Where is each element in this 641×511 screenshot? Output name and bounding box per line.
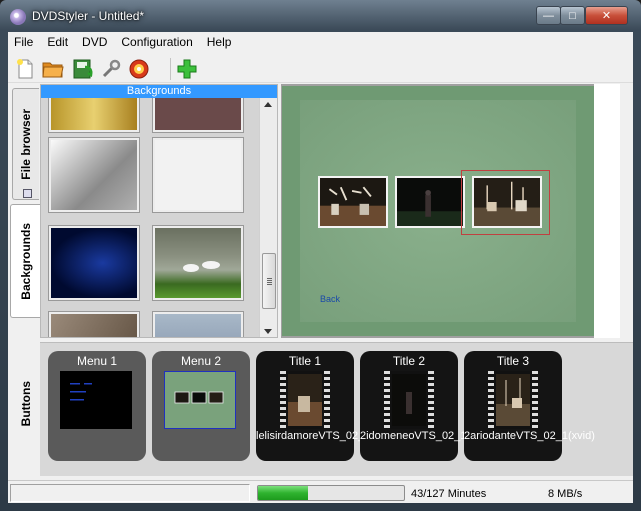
editor-side-gap (620, 84, 633, 338)
backgrounds-header: Backgrounds (41, 85, 277, 98)
title-1-thumb-picture (288, 396, 322, 426)
background-thumb-sky[interactable] (153, 312, 243, 337)
scrollbar-thumb[interactable] (262, 253, 276, 309)
tab-buttons[interactable]: Buttons (12, 339, 39, 469)
background-thumb-swans[interactable] (153, 226, 243, 300)
menu-bar: File Edit DVD Configuration Help (8, 32, 633, 52)
client-area: File Edit DVD Configuration Help File br… (8, 32, 633, 503)
scroll-down-icon[interactable] (264, 329, 272, 334)
title-3-thumb-picture (496, 378, 530, 426)
tab-file-browser-label: File browser (19, 108, 33, 180)
filmstrip-icon (280, 371, 330, 429)
backgrounds-scrollbar[interactable] (259, 98, 277, 337)
background-thumb-blue-swirl[interactable] (49, 226, 139, 300)
menu-1-preview (70, 383, 92, 401)
titleset-title-1[interactable]: Title 1 lelisirdamoreVTS_02_1(xvid) (256, 351, 398, 461)
titleset-item-label: Title 1 (288, 354, 322, 368)
toolbar-separator (170, 58, 171, 80)
title-bar[interactable]: DVDStyler - Untitled* — □ ✕ (0, 0, 641, 32)
tab-backgrounds-label: Backgrounds (18, 222, 33, 300)
titleset-item-label: Menu 2 (180, 354, 222, 368)
tab-file-browser[interactable]: File browser (12, 88, 39, 200)
background-thumb-gold[interactable] (49, 98, 139, 132)
save-button[interactable] (70, 56, 96, 82)
settings-wrench-icon (102, 59, 121, 78)
titleset-menu-1[interactable]: Menu 1 (48, 351, 146, 461)
side-tabs: File browser Backgrounds Buttons (8, 84, 40, 476)
menu-2-thumbnail (164, 371, 236, 429)
maximize-button[interactable]: □ (560, 6, 585, 25)
open-folder-icon (42, 62, 64, 78)
back-button[interactable]: Back (320, 294, 340, 304)
disc-minutes-label: 43/127 Minutes (411, 488, 487, 500)
title-3-frame (496, 374, 530, 426)
menu-configuration[interactable]: Configuration (114, 32, 199, 52)
title-3-filename: 2ariodanteVTS_02_1(xvid) (464, 430, 595, 442)
menu-canvas[interactable]: Back (282, 86, 594, 336)
title-1-preview (320, 178, 386, 226)
backgrounds-panel: Backgrounds (40, 84, 278, 338)
app-window: DVDStyler - Untitled* — □ ✕ File Edit DV… (0, 0, 641, 511)
grip-icon (267, 278, 272, 285)
disc-usage-progress (257, 485, 405, 501)
background-thumb-white[interactable] (153, 138, 243, 212)
file-browser-icon (23, 189, 32, 198)
canvas-margin (594, 84, 620, 338)
menu-dvd[interactable]: DVD (75, 32, 114, 52)
title-1-frame (288, 374, 322, 426)
menu-help[interactable]: Help (200, 32, 239, 52)
progress-fill (258, 486, 308, 500)
status-cell-message (10, 484, 250, 502)
menu-edit[interactable]: Edit (40, 32, 75, 52)
titleset-menu-2[interactable]: Menu 2 (152, 351, 250, 461)
menu-button-title-1[interactable] (318, 176, 388, 228)
title-2-thumb-picture (406, 392, 412, 414)
titleset-title-3[interactable]: Title 3 2ariodanteVTS_02_1(xvid) (464, 351, 595, 461)
toolbar (8, 53, 633, 83)
add-button[interactable] (174, 56, 200, 82)
burn-disc-icon (129, 59, 149, 79)
menu-2-preview (174, 391, 224, 404)
burn-button[interactable] (126, 56, 152, 82)
open-button[interactable] (40, 56, 66, 82)
title-2-filename: 2idomeneoVTS_02_1(xvid) (360, 430, 494, 442)
titleset-item-label: Title 2 (392, 354, 426, 368)
save-icon (73, 59, 93, 79)
menu-1-thumbnail (60, 371, 132, 429)
backgrounds-thumbnail-grid (41, 98, 259, 337)
titleset-item-label: Menu 1 (76, 354, 118, 368)
filmstrip-icon (384, 371, 434, 429)
selection-frame (461, 170, 550, 235)
swans-picture (183, 261, 220, 272)
background-thumb-silver[interactable] (49, 138, 139, 212)
titleset-bar: Menu 1 Menu 2 Title 1 lelisirdamoreVTS_0… (40, 342, 633, 476)
status-bar: 43/127 Minutes 8 MB/s (8, 480, 633, 503)
background-thumb-red-frame[interactable] (153, 98, 243, 132)
filmstrip-icon (488, 371, 538, 429)
new-file-icon (17, 59, 33, 79)
background-thumb-wood[interactable] (49, 312, 139, 337)
scroll-up-icon[interactable] (264, 102, 272, 107)
title-2-preview (397, 178, 463, 226)
new-file-button[interactable] (12, 56, 38, 82)
menu-button-title-2[interactable] (395, 176, 465, 228)
tab-buttons-label: Buttons (18, 381, 33, 427)
title-2-frame (392, 374, 426, 426)
titleset-title-2[interactable]: Title 2 2idomeneoVTS_02_1(xvid) (360, 351, 494, 461)
menu-file[interactable]: File (8, 32, 40, 52)
titleset-item-label: Title 3 (496, 354, 530, 368)
window-title: DVDStyler - Untitled* (32, 9, 145, 23)
bitrate-label: 8 MB/s (548, 488, 583, 500)
tab-backgrounds[interactable]: Backgrounds (10, 204, 40, 318)
minimize-button[interactable]: — (536, 6, 561, 25)
close-button[interactable]: ✕ (585, 6, 628, 25)
add-icon (177, 59, 197, 79)
dvdstyler-app-icon (10, 9, 26, 25)
menu-editor: Back (281, 84, 633, 338)
settings-button[interactable] (98, 56, 124, 82)
title-1-filename: lelisirdamoreVTS_02_1(xvid) (256, 430, 398, 442)
